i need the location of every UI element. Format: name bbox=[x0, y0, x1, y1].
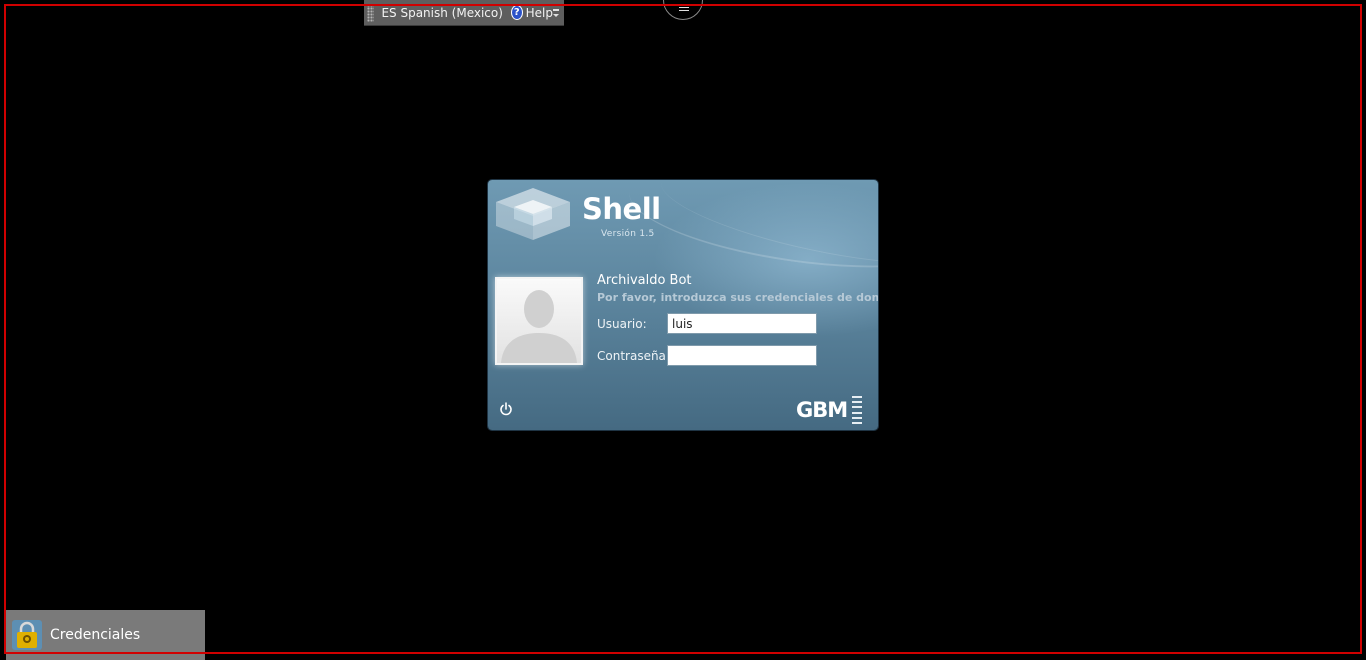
version-label: Versión 1.5 bbox=[601, 229, 655, 239]
power-icon[interactable] bbox=[499, 402, 513, 416]
credentials-tile[interactable]: Credenciales bbox=[6, 610, 205, 660]
grip-icon[interactable] bbox=[367, 3, 375, 22]
language-bar[interactable]: ES Spanish (Mexico) ? Help bbox=[364, 0, 564, 26]
desktop-screen: ES Spanish (Mexico) ? Help Shell Versión… bbox=[0, 0, 1366, 660]
connection-bar-handle[interactable] bbox=[663, 0, 703, 20]
shell-logo-icon bbox=[496, 188, 570, 240]
password-input[interactable] bbox=[667, 345, 817, 366]
help-button[interactable]: Help bbox=[526, 6, 553, 20]
username-input[interactable] bbox=[667, 313, 817, 334]
company-logo: GBM bbox=[796, 398, 848, 422]
password-label: Contraseña: bbox=[597, 349, 670, 363]
lock-icon bbox=[12, 620, 42, 650]
options-icon[interactable] bbox=[553, 3, 559, 23]
login-dialog: Shell Versión 1.5 Archivaldo Bot Por fav… bbox=[488, 180, 878, 430]
user-name: Archivaldo Bot bbox=[597, 273, 692, 288]
brand-title: Shell bbox=[582, 192, 661, 226]
company-logo-mark bbox=[852, 396, 864, 424]
username-label: Usuario: bbox=[597, 317, 647, 331]
user-avatar-icon bbox=[495, 277, 583, 365]
help-icon[interactable]: ? bbox=[510, 5, 523, 20]
credentials-prompt: Por favor, introduzca sus credenciales d… bbox=[597, 291, 878, 304]
language-selector[interactable]: ES Spanish (Mexico) bbox=[381, 6, 502, 20]
credentials-label: Credenciales bbox=[50, 627, 141, 643]
